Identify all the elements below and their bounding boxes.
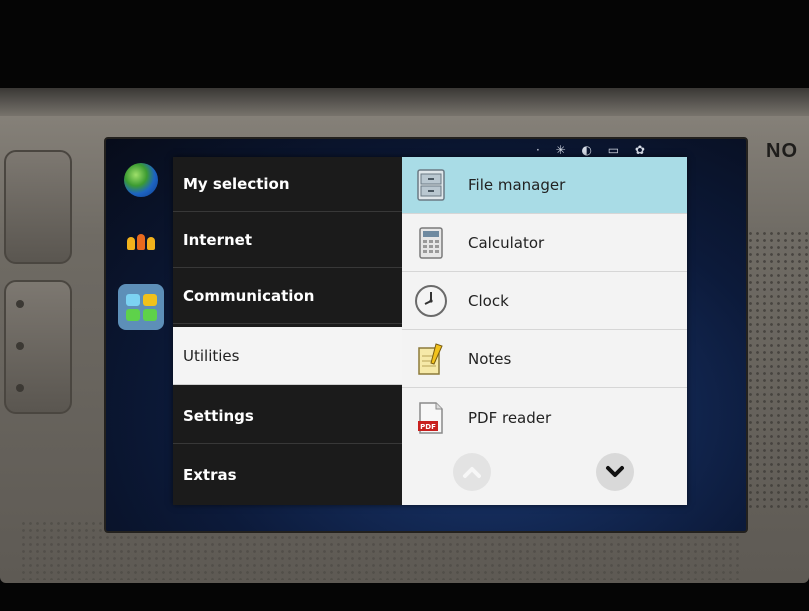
applications-menu: My selection Internet Communication Util… [173, 157, 687, 505]
application-list: File manager Calculator Clock Notes PDF … [402, 157, 687, 505]
category-label: Utilities [183, 346, 240, 365]
speaker-grille [740, 230, 809, 510]
app-clock[interactable]: Clock [402, 273, 687, 330]
launcher-item-applications[interactable] [118, 284, 164, 330]
key-dot-icon [16, 342, 24, 350]
launcher-item-web[interactable] [118, 157, 164, 203]
category-label: Extras [183, 465, 237, 484]
category-label: Communication [183, 287, 315, 305]
app-calculator[interactable]: Calculator [402, 215, 687, 272]
notes-pencil-icon [414, 342, 448, 376]
app-file-manager[interactable]: File manager [402, 157, 687, 214]
applications-grid-icon [125, 293, 157, 321]
category-extras[interactable]: Extras [173, 447, 402, 502]
scroll-up-button[interactable] [453, 453, 491, 491]
pdf-document-icon: PDF [414, 401, 448, 435]
globe-icon [124, 163, 158, 197]
app-pdf-reader[interactable]: PDF PDF reader [402, 389, 687, 446]
category-list: My selection Internet Communication Util… [173, 157, 402, 505]
scroll-down-button[interactable] [596, 453, 634, 491]
contacts-people-icon [127, 234, 155, 250]
calculator-icon [414, 226, 448, 260]
pdf-badge-text: PDF [420, 423, 436, 431]
side-keys[interactable] [4, 280, 72, 414]
clock-icon [414, 284, 448, 318]
file-cabinet-icon [414, 168, 448, 202]
app-notes[interactable]: Notes [402, 331, 687, 388]
launcher-bar [114, 139, 174, 531]
chevron-up-icon [463, 467, 481, 478]
category-label: My selection [183, 175, 290, 193]
app-label: Notes [468, 350, 512, 368]
brand-logo: NO [766, 140, 798, 162]
category-communication[interactable]: Communication [173, 269, 402, 324]
key-dot-icon [16, 300, 24, 308]
category-my-selection[interactable]: My selection [173, 157, 402, 212]
category-label: Internet [183, 231, 253, 249]
chevron-down-icon [606, 466, 624, 477]
category-settings[interactable]: Settings [173, 389, 402, 444]
launcher-item-contacts[interactable] [118, 219, 164, 265]
navigation-key[interactable] [4, 150, 72, 264]
category-label: Settings [183, 407, 254, 425]
app-label: PDF reader [468, 408, 552, 427]
key-dot-icon [16, 384, 24, 392]
app-label: Calculator [468, 234, 545, 252]
app-label: File manager [468, 176, 566, 194]
app-label: Clock [468, 292, 509, 310]
category-utilities[interactable]: Utilities [173, 327, 402, 385]
device-top-band [0, 88, 809, 116]
category-internet[interactable]: Internet [173, 213, 402, 268]
